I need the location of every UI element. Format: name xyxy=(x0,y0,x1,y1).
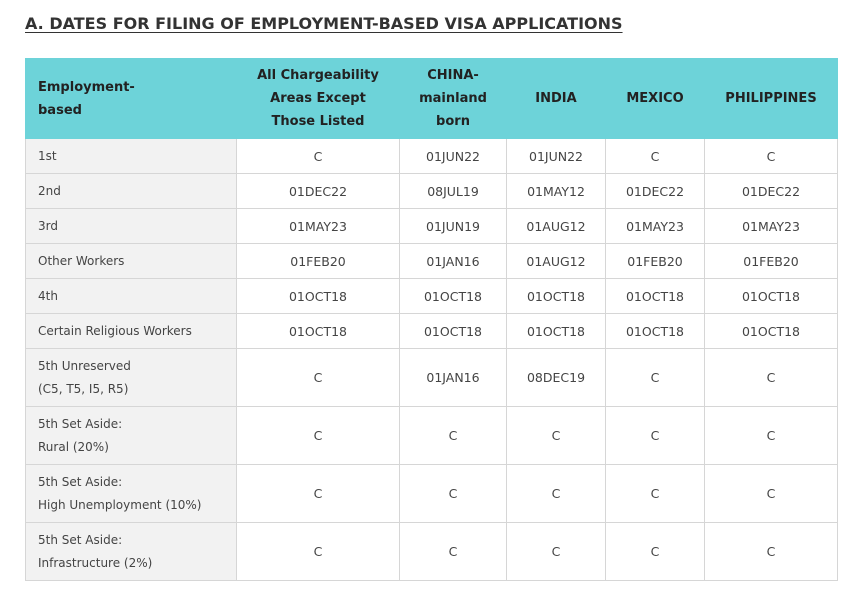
date-cell: 01OCT18 xyxy=(399,313,507,349)
date-cell: 01MAY12 xyxy=(506,173,606,209)
table-row: 1st C 01JUN22 01JUN22 C C xyxy=(25,138,838,174)
date-cell: C xyxy=(605,464,705,523)
column-header: INDIA xyxy=(506,58,606,139)
date-cell: 01MAY23 xyxy=(704,208,838,244)
date-cell: C xyxy=(506,522,606,581)
date-cell: C xyxy=(506,464,606,523)
table-row: Certain Religious Workers 01OCT18 01OCT18 0… xyxy=(25,313,838,349)
column-header: PHILIPPINES xyxy=(704,58,838,139)
table-row: 5th Set Aside: High Unemployment (10%) C C C… xyxy=(25,464,838,523)
row-label: 1st xyxy=(25,138,237,174)
row-label: Other Workers xyxy=(25,243,237,279)
row-label: Certain Religious Workers xyxy=(25,313,237,349)
column-header: CHINA-mainland born xyxy=(399,58,507,139)
date-cell: C xyxy=(605,348,705,407)
row-label: 5th Unreserved (C5, T5, I5, R5) xyxy=(25,348,237,407)
date-cell: 01OCT18 xyxy=(506,278,606,314)
date-cell: C xyxy=(236,464,400,523)
date-cell: 01OCT18 xyxy=(236,278,400,314)
section-heading: A. DATES FOR FILING OF EMPLOYMENT-BASED … xyxy=(25,14,623,33)
date-cell: C xyxy=(704,406,838,465)
table-row: 5th Unreserved (C5, T5, I5, R5) C 01JAN16 08… xyxy=(25,348,838,407)
date-cell: 01JUN22 xyxy=(506,138,606,174)
date-cell: C xyxy=(704,522,838,581)
date-cell: C xyxy=(236,522,400,581)
table-row: Other Workers 01FEB20 01JAN16 01AUG12 01FEB2… xyxy=(25,243,838,279)
table-row: 2nd 01DEC22 08JUL19 01MAY12 01DEC22 01DEC22 xyxy=(25,173,838,209)
date-cell: 01FEB20 xyxy=(704,243,838,279)
date-cell: C xyxy=(236,138,400,174)
date-cell: 08DEC19 xyxy=(506,348,606,407)
date-cell: 01MAY23 xyxy=(236,208,400,244)
row-label: 5th Set Aside: Infrastructure (2%) xyxy=(25,522,237,581)
date-cell: 01OCT18 xyxy=(506,313,606,349)
date-cell: 01JUN22 xyxy=(399,138,507,174)
date-cell: C xyxy=(704,464,838,523)
date-cell: 01MAY23 xyxy=(605,208,705,244)
date-cell: 08JUL19 xyxy=(399,173,507,209)
date-cell: 01JAN16 xyxy=(399,243,507,279)
date-cell: 01OCT18 xyxy=(704,313,838,349)
date-cell: 01OCT18 xyxy=(236,313,400,349)
column-header: Employment-based xyxy=(25,58,237,139)
date-cell: 01OCT18 xyxy=(605,278,705,314)
row-label: 4th xyxy=(25,278,237,314)
date-cell: 01DEC22 xyxy=(704,173,838,209)
table-row: 4th 01OCT18 01OCT18 01OCT18 01OCT18 01OCT18 xyxy=(25,278,838,314)
date-cell: C xyxy=(399,522,507,581)
date-cell: 01DEC22 xyxy=(236,173,400,209)
date-cell: 01DEC22 xyxy=(605,173,705,209)
date-cell: 01AUG12 xyxy=(506,208,606,244)
date-cell: C xyxy=(399,464,507,523)
table-row: 5th Set Aside: Rural (20%) C C C C C xyxy=(25,406,838,465)
row-label: 2nd xyxy=(25,173,237,209)
date-cell: C xyxy=(605,138,705,174)
table-row: 3rd 01MAY23 01JUN19 01AUG12 01MAY23 01MAY23 xyxy=(25,208,838,244)
date-cell: C xyxy=(236,406,400,465)
date-cell: 01FEB20 xyxy=(605,243,705,279)
date-cell: 01FEB20 xyxy=(236,243,400,279)
visa-dates-table: Employment-based All Chargeability Areas E… xyxy=(25,58,838,581)
date-cell: 01OCT18 xyxy=(399,278,507,314)
date-cell: C xyxy=(506,406,606,465)
date-cell: 01JUN19 xyxy=(399,208,507,244)
date-cell: 01AUG12 xyxy=(506,243,606,279)
column-header: MEXICO xyxy=(605,58,705,139)
row-label: 3rd xyxy=(25,208,237,244)
date-cell: C xyxy=(236,348,400,407)
date-cell: C xyxy=(605,522,705,581)
date-cell: C xyxy=(605,406,705,465)
column-header: All Chargeability Areas Except Those Liste… xyxy=(236,58,400,139)
date-cell: 01OCT18 xyxy=(605,313,705,349)
row-label: 5th Set Aside: High Unemployment (10%) xyxy=(25,464,237,523)
date-cell: 01OCT18 xyxy=(704,278,838,314)
date-cell: 01JAN16 xyxy=(399,348,507,407)
table-body: 1st C 01JUN22 01JUN22 C C 2nd 01DEC22 08JUL19 01M… xyxy=(25,138,838,581)
table-header: Employment-based All Chargeability Areas E… xyxy=(25,58,838,139)
date-cell: C xyxy=(399,406,507,465)
header-row: Employment-based All Chargeability Areas E… xyxy=(25,58,838,139)
date-cell: C xyxy=(704,348,838,407)
row-label: 5th Set Aside: Rural (20%) xyxy=(25,406,237,465)
date-cell: C xyxy=(704,138,838,174)
table-row: 5th Set Aside: Infrastructure (2%) C C C C C xyxy=(25,522,838,581)
